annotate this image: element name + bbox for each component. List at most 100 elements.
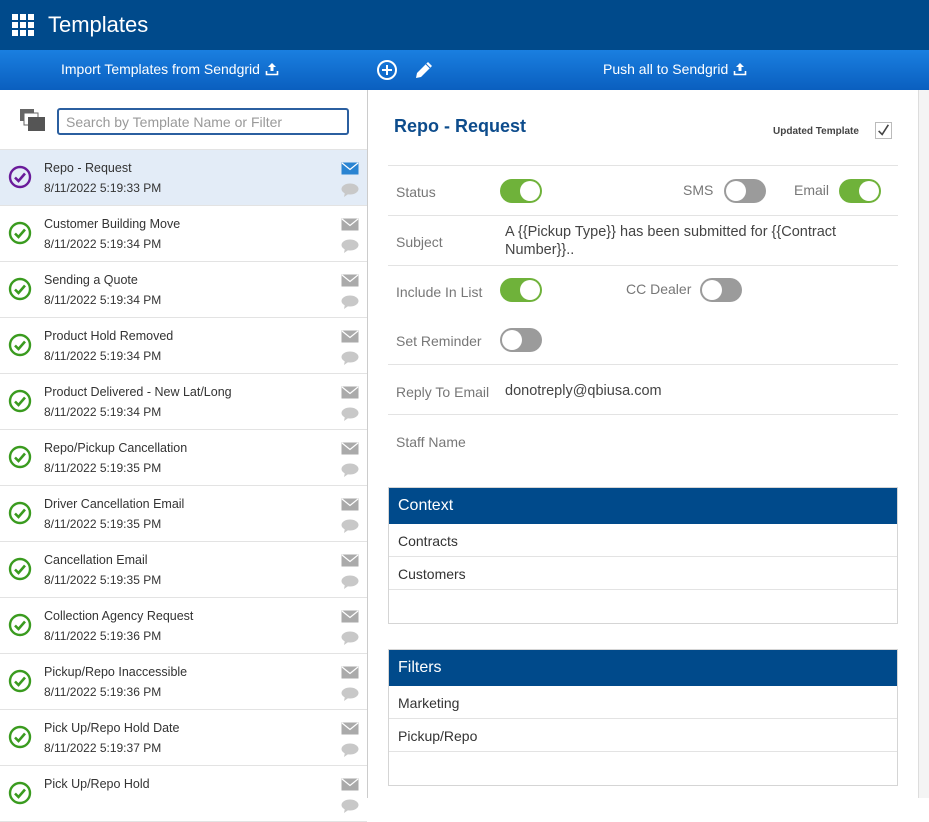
- template-sidebar: Repo - Request 8/11/2022 5:19:33 PM Custom…: [0, 90, 368, 822]
- template-date: 8/11/2022 5:19:34 PM: [44, 293, 162, 307]
- reminder-row: Set Reminder: [388, 315, 898, 365]
- template-list-item[interactable]: Repo - Request 8/11/2022 5:19:33 PM: [0, 150, 367, 206]
- template-name: Pick Up/Repo Hold: [44, 777, 150, 791]
- chat-bubble-icon: [341, 407, 359, 421]
- subject-value-line1[interactable]: A {{Pickup Type}} has been submitted for…: [505, 224, 836, 240]
- scrollbar[interactable]: [918, 90, 929, 798]
- template-list-item[interactable]: Pick Up/Repo Hold: [0, 766, 367, 822]
- template-list-item[interactable]: Driver Cancellation Email 8/11/2022 5:19:…: [0, 486, 367, 542]
- chat-bubble-icon: [341, 351, 359, 365]
- cc-dealer-toggle[interactable]: [700, 278, 742, 302]
- include-row: Include In List CC Dealer: [388, 265, 898, 315]
- context-panel: Context Contracts Customers: [388, 487, 898, 624]
- template-date: 8/11/2022 5:19:35 PM: [44, 461, 162, 475]
- search-input[interactable]: [57, 108, 349, 135]
- email-toggle[interactable]: [839, 179, 881, 203]
- reply-to-row: Reply To Email donotreply@qbiusa.com: [388, 364, 898, 414]
- check-circle-icon: [8, 165, 32, 189]
- mail-icon: [341, 554, 359, 567]
- status-toggle[interactable]: [500, 179, 542, 203]
- filter-item[interactable]: Pickup/Repo: [389, 719, 897, 752]
- copy-icon[interactable]: [19, 108, 47, 132]
- set-reminder-toggle[interactable]: [500, 328, 542, 352]
- chat-bubble-icon: [341, 183, 359, 197]
- template-list-item[interactable]: Product Hold Removed 8/11/2022 5:19:34 PM: [0, 318, 367, 374]
- template-date: 8/11/2022 5:19:35 PM: [44, 517, 162, 531]
- updated-template-checkbox[interactable]: [875, 122, 892, 139]
- template-list-item[interactable]: Collection Agency Request 8/11/2022 5:19:…: [0, 598, 367, 654]
- template-name: Driver Cancellation Email: [44, 497, 185, 511]
- template-date: 8/11/2022 5:19:36 PM: [44, 629, 162, 643]
- upload-icon: [265, 63, 279, 76]
- staff-name-row: Staff Name: [388, 414, 898, 464]
- template-list: Repo - Request 8/11/2022 5:19:33 PM Custom…: [0, 150, 367, 822]
- check-circle-icon: [8, 501, 32, 525]
- chat-bubble-icon: [341, 743, 359, 757]
- subject-label: Subject: [396, 234, 443, 250]
- template-list-item[interactable]: Repo/Pickup Cancellation 8/11/2022 5:19:3…: [0, 430, 367, 486]
- import-label: Import Templates from Sendgrid: [61, 61, 260, 77]
- template-name: Repo - Request: [44, 161, 132, 175]
- status-label: Status: [396, 184, 436, 200]
- mail-icon: [341, 274, 359, 287]
- template-list-item[interactable]: Sending a Quote 8/11/2022 5:19:34 PM: [0, 262, 367, 318]
- chat-bubble-icon: [341, 463, 359, 477]
- upload-icon: [734, 63, 747, 76]
- import-templates-button[interactable]: Import Templates from Sendgrid: [61, 61, 279, 77]
- reply-to-label: Reply To Email: [396, 384, 490, 400]
- context-header: Context: [389, 488, 897, 524]
- context-item[interactable]: Customers: [389, 557, 897, 590]
- check-circle-icon: [8, 725, 32, 749]
- check-circle-icon: [8, 333, 32, 357]
- template-name: Repo/Pickup Cancellation: [44, 441, 188, 455]
- subject-value-line2[interactable]: Number}}..: [505, 242, 574, 258]
- push-label: Push all to Sendgrid: [603, 61, 729, 77]
- apps-grid-icon[interactable]: [12, 14, 34, 36]
- template-list-item[interactable]: Pick Up/Repo Hold Date 8/11/2022 5:19:37 …: [0, 710, 367, 766]
- chat-bubble-icon: [341, 519, 359, 533]
- template-list-item[interactable]: Customer Building Move 8/11/2022 5:19:34 …: [0, 206, 367, 262]
- check-circle-icon: [8, 557, 32, 581]
- app-header: Templates: [0, 0, 929, 50]
- filters-panel: Filters Marketing Pickup/Repo: [388, 649, 898, 786]
- context-item[interactable]: Contracts: [389, 524, 897, 557]
- template-list-item[interactable]: Pickup/Repo Inaccessible 8/11/2022 5:19:3…: [0, 654, 367, 710]
- reply-to-value[interactable]: donotreply@qbiusa.com: [505, 383, 662, 399]
- mail-icon: [341, 442, 359, 455]
- template-date: 8/11/2022 5:19:34 PM: [44, 237, 162, 251]
- mail-icon: [341, 778, 359, 791]
- filters-header: Filters: [389, 650, 897, 686]
- check-circle-icon: [8, 613, 32, 637]
- status-row: Status SMS Email: [388, 165, 898, 215]
- staff-name-label: Staff Name: [396, 434, 466, 450]
- search-area: [0, 90, 367, 150]
- checkmark-icon: [878, 124, 890, 136]
- template-title: Repo - Request: [394, 116, 527, 136]
- filters-empty-row: [389, 752, 897, 785]
- mail-icon: [341, 330, 359, 343]
- cc-dealer-label: CC Dealer: [626, 281, 692, 297]
- chat-bubble-icon: [341, 575, 359, 589]
- template-name: Product Delivered - New Lat/Long: [44, 385, 232, 399]
- push-all-button[interactable]: Push all to Sendgrid: [603, 61, 747, 77]
- check-circle-icon: [8, 781, 32, 805]
- check-circle-icon: [8, 221, 32, 245]
- template-list-item[interactable]: Cancellation Email 8/11/2022 5:19:35 PM: [0, 542, 367, 598]
- add-circle-icon[interactable]: [376, 59, 398, 81]
- filter-item[interactable]: Marketing: [389, 686, 897, 719]
- pencil-icon[interactable]: [413, 59, 435, 81]
- chat-bubble-icon: [341, 799, 359, 813]
- template-date: 8/11/2022 5:19:35 PM: [44, 573, 162, 587]
- mail-icon: [341, 498, 359, 511]
- mail-icon: [341, 386, 359, 399]
- mail-icon: [341, 610, 359, 623]
- check-circle-icon: [8, 277, 32, 301]
- sms-toggle[interactable]: [724, 179, 766, 203]
- template-list-item[interactable]: Product Delivered - New Lat/Long 8/11/202…: [0, 374, 367, 430]
- template-name: Cancellation Email: [44, 553, 148, 567]
- include-in-list-toggle[interactable]: [500, 278, 542, 302]
- subject-row: Subject A {{Pickup Type}} has been submi…: [388, 215, 898, 265]
- chat-bubble-icon: [341, 631, 359, 645]
- template-date: 8/11/2022 5:19:33 PM: [44, 181, 162, 195]
- template-detail: Repo - Request Updated Template Status S…: [368, 90, 918, 798]
